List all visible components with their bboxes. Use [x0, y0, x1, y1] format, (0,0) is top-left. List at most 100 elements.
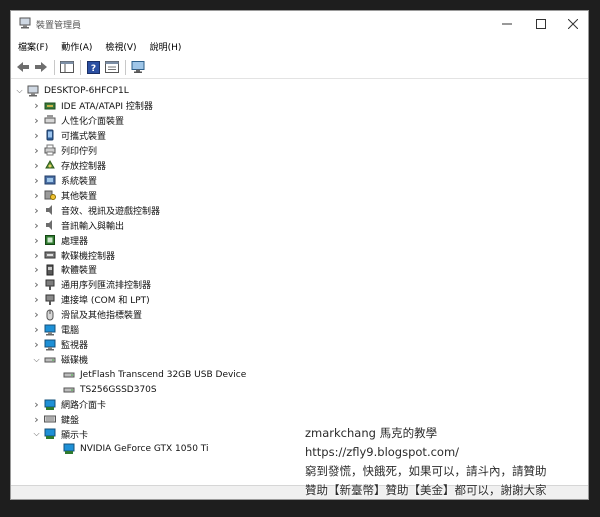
tree-root[interactable]: ⌵ DESKTOP-6HFCP1L — [15, 83, 129, 98]
port-icon — [45, 294, 55, 305]
properties-button[interactable] — [104, 59, 120, 75]
tree-category-item[interactable]: › 存放控制器 — [32, 158, 106, 173]
menu-view[interactable]: 檢視(V) — [98, 37, 142, 53]
tree-item-label: 音效、視訊及遊戲控制器 — [61, 206, 161, 217]
minimize-button[interactable] — [490, 11, 524, 36]
tree-category-item[interactable]: › 系統裝置 — [32, 173, 97, 188]
tree-item-label: 磁碟機 — [61, 356, 89, 367]
console-icon — [60, 61, 74, 73]
toolbar-separator — [125, 60, 126, 75]
chevron-right-icon[interactable]: › — [32, 307, 41, 322]
chevron-right-icon[interactable]: › — [32, 322, 41, 337]
arrow-right-icon — [35, 62, 47, 72]
back-button[interactable] — [15, 59, 31, 75]
chevron-right-icon[interactable]: › — [32, 277, 41, 292]
overlay-line-2: https://zfly9.blogspot.com/ — [305, 445, 460, 459]
tree-device-item[interactable]: JetFlash Transcend 32GB USB Device — [51, 367, 246, 382]
tree-category-item[interactable]: ⌵ 磁碟機 — [32, 352, 88, 367]
tree-category-item[interactable]: › 通用序列匯流排控制器 — [32, 277, 151, 292]
tree-item-label: JetFlash Transcend 32GB USB Device — [80, 369, 247, 380]
chevron-down-icon[interactable]: ⌵ — [32, 427, 41, 442]
tree-category-item[interactable]: › 軟體裝置 — [32, 262, 97, 277]
title-bar[interactable]: 裝置管理員 — [11, 11, 588, 36]
chevron-right-icon[interactable]: › — [32, 337, 41, 352]
tree-category-item[interactable]: › 鍵盤 — [32, 412, 79, 427]
chevron-right-icon[interactable]: › — [32, 188, 41, 203]
chevron-right-icon[interactable]: › — [32, 173, 41, 188]
tree-device-item[interactable]: NVIDIA GeForce GTX 1050 Ti — [51, 442, 209, 457]
tree-category-item[interactable]: › 滑鼠及其他指標裝置 — [32, 307, 142, 322]
tree-category-item[interactable]: › 連接埠 (COM 和 LPT) — [32, 292, 149, 307]
tree-item-label: 通用序列匯流排控制器 — [61, 281, 152, 292]
tree-category-item[interactable]: › 網路介面卡 — [32, 397, 106, 412]
tree-category-item[interactable]: › IDE ATA/ATAPI 控制器 — [32, 98, 153, 113]
tree-item-label: TS256GSSD370S — [80, 384, 157, 395]
chevron-right-icon[interactable]: › — [32, 397, 41, 412]
chevron-right-icon[interactable]: › — [32, 98, 41, 113]
overlay-line-4: 贊助【新臺幣】贊助【美金】都可以，謝謝大家 — [305, 483, 547, 497]
help-button[interactable]: ? — [85, 59, 101, 75]
tree-category-item[interactable]: › 監視器 — [32, 337, 88, 352]
software-device-icon — [46, 264, 54, 276]
watermark-overlay: zmarkchang 馬克的教學 https://zfly9.blogspot.… — [305, 424, 547, 500]
tree-category-item[interactable]: › 音訊輸入與輸出 — [32, 218, 124, 233]
disk-icon — [63, 387, 75, 393]
tree-category-item[interactable]: ⌵ 顯示卡 — [32, 427, 88, 442]
tree-item-label: 網路介面卡 — [61, 401, 107, 411]
portable-device-icon — [46, 129, 54, 141]
tree-item-label: 電腦 — [61, 326, 80, 337]
chevron-right-icon[interactable]: › — [32, 128, 41, 143]
tree-item-label: 軟體裝置 — [61, 266, 98, 277]
tree-category-item[interactable]: › 處理器 — [32, 233, 88, 248]
computer-root-icon — [27, 85, 39, 96]
ide-icon — [44, 102, 56, 109]
chevron-right-icon[interactable]: › — [32, 143, 41, 158]
tree-category-item[interactable]: › 人性化介面裝置 — [32, 113, 124, 128]
overlay-line-1: zmarkchang 馬克的教學 — [305, 426, 438, 440]
chevron-right-icon[interactable]: › — [32, 158, 41, 173]
scan-hardware-button[interactable] — [130, 59, 146, 75]
chevron-right-icon[interactable]: › — [32, 262, 41, 277]
tree-item-label: 處理器 — [61, 236, 89, 247]
menu-action[interactable]: 動作(A) — [54, 37, 98, 53]
tree-item-label: 列印佇列 — [61, 146, 98, 157]
tree-category-item[interactable]: › 列印佇列 — [32, 143, 97, 158]
chevron-down-icon[interactable]: ⌵ — [15, 83, 24, 98]
hid-icon — [44, 115, 56, 124]
chevron-right-icon[interactable]: › — [32, 412, 41, 427]
toolbar-separator — [80, 60, 81, 75]
chevron-right-icon[interactable]: › — [32, 292, 41, 307]
gpu-icon — [63, 443, 75, 455]
chevron-right-icon[interactable]: › — [32, 218, 41, 233]
tree-category-item[interactable]: › 音效、視訊及遊戲控制器 — [32, 203, 160, 218]
monitor-scan-icon — [131, 60, 145, 73]
overlay-line-3: 窮到發慌，快餓死，如果可以，請斗內，請贊助 — [305, 464, 547, 478]
storage-controller-icon — [45, 160, 55, 169]
chevron-right-icon[interactable]: › — [32, 233, 41, 248]
maximize-button[interactable] — [524, 11, 558, 36]
tree-device-item[interactable]: TS256GSSD370S — [51, 382, 157, 397]
tree-item-label: 其他裝置 — [61, 191, 98, 202]
toolbar-separator — [54, 60, 55, 75]
tree-category-item[interactable]: › 電腦 — [32, 322, 79, 337]
tree-category-item[interactable]: › 可攜式裝置 — [32, 128, 106, 143]
forward-button[interactable] — [33, 59, 49, 75]
menu-help[interactable]: 說明(H) — [143, 37, 188, 53]
chevron-down-icon[interactable]: ⌵ — [32, 352, 41, 367]
tree-category-item[interactable]: › 其他裝置 — [32, 188, 97, 203]
menu-file[interactable]: 檔案(F) — [11, 37, 54, 53]
maximize-icon — [536, 18, 546, 29]
console-tree-button[interactable] — [59, 59, 75, 75]
chevron-right-icon[interactable]: › — [32, 113, 41, 128]
close-button[interactable] — [556, 11, 590, 36]
chevron-right-icon[interactable]: › — [32, 203, 41, 218]
printer-icon — [44, 144, 56, 156]
network-adapter-icon — [44, 399, 56, 410]
chevron-right-icon[interactable]: › — [32, 248, 41, 263]
tree-category-item[interactable]: › 軟碟機控制器 — [32, 248, 115, 263]
tree-item-label: 音訊輸入與輸出 — [61, 221, 125, 232]
other-device-icon — [44, 190, 56, 201]
arrow-left-icon — [17, 62, 29, 72]
